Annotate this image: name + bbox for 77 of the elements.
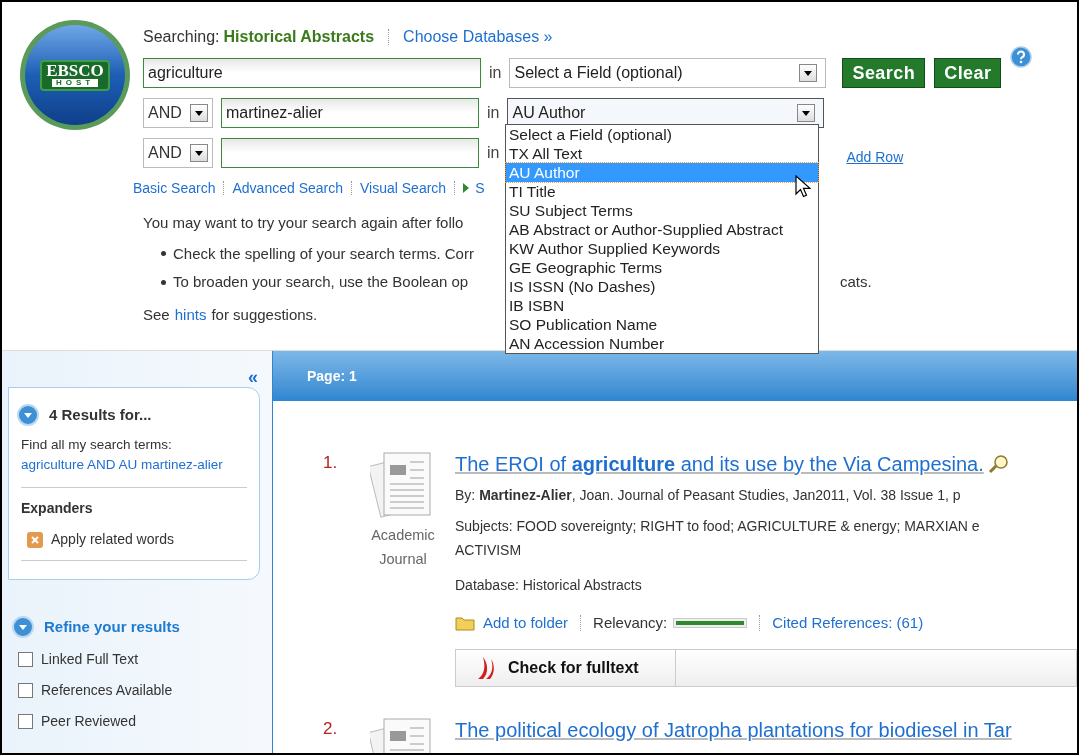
operator-select[interactable]: AND (143, 138, 213, 168)
database-text: Database: Historical Abstracts (455, 576, 643, 595)
logo: EBSCO HOST (20, 20, 130, 130)
subjects-text: Subjects: FOOD sovereignty; RIGHT to food; AGRICULTURE & energy; MARXIAN e (455, 517, 981, 536)
dropdown-option[interactable]: AN Accession Number (506, 334, 818, 353)
caret-icon[interactable] (190, 104, 208, 122)
subjects-text: ACTIVISM (455, 541, 523, 560)
caret-icon[interactable] (799, 64, 818, 82)
search-input[interactable] (221, 138, 479, 168)
dropdown-option[interactable]: AB Abstract or Author-Supplied Abstract (506, 220, 818, 239)
dropdown-option[interactable]: SO Publication Name (506, 315, 818, 334)
refine-heading: Refine your results (44, 617, 180, 637)
filter-label: Peer Reviewed (41, 711, 136, 731)
search-mode-link[interactable]: Basic Search (133, 177, 216, 199)
add-row-link[interactable]: Add Row (846, 146, 904, 168)
field-select[interactable]: Select a Field (optional) (509, 58, 827, 88)
choose-databases-link[interactable]: Choose Databases » (403, 25, 553, 49)
dropdown-option[interactable]: TX All Text (506, 144, 818, 163)
publication-type-label: Academic Journal (370, 526, 436, 569)
in-label: in (489, 63, 502, 83)
expanders-heading: Expanders (21, 499, 94, 518)
dropdown-option[interactable]: Select a Field (optional) (506, 125, 818, 144)
dropdown-option[interactable]: GE Geographic Terms (506, 258, 818, 277)
search-mode-link[interactable]: Visual Search (360, 177, 447, 199)
filter-label: References Available (41, 680, 173, 700)
suggestion-text: Check the spelling of your search terms. Corr (173, 243, 474, 264)
retry-message: You may want to try your search again after follo (143, 213, 464, 233)
suggestion-text: To broaden your search, use the Boolean op (173, 272, 469, 292)
search-input[interactable]: agriculture (143, 58, 481, 88)
caret-icon[interactable] (190, 144, 208, 162)
search-mode-link[interactable]: S (475, 177, 485, 199)
citation-text: By: Martinez-Alier, Joan. Journal of Peasant Studies, Jan2011, Vol. 38 Issue 1, p (455, 486, 962, 505)
help-icon[interactable] (1010, 46, 1033, 68)
filter-checkbox[interactable] (18, 713, 33, 729)
suggestion-text: cats. (840, 272, 873, 292)
mouse-cursor-icon (795, 175, 811, 199)
in-label: in (487, 103, 500, 123)
result-title-link[interactable]: The political ecology of Jatropha plantations for biodiesel in Tar (455, 714, 1012, 745)
filter-checkbox[interactable] (18, 651, 33, 667)
result-number: 1. (323, 452, 339, 474)
check-fulltext-button[interactable]: Check for fulltext (456, 649, 676, 686)
find-terms-label: Find all my search terms: (21, 435, 173, 454)
hint-text: for suggestions. (211, 304, 318, 325)
dropdown-option[interactable]: KW Author Supplied Keywords (506, 239, 818, 258)
filter-checkbox[interactable] (18, 682, 33, 698)
hints-link[interactable]: hints (174, 303, 207, 326)
dropdown-option[interactable]: SU Subject Terms (506, 201, 818, 220)
cited-references-link[interactable]: Cited References: (61) (772, 612, 924, 635)
add-to-folder-link[interactable]: Add to folder (483, 612, 569, 635)
collapse-icon[interactable] (17, 404, 39, 427)
result-title-link[interactable]: The EROI of agriculture and its use by the Via Campesina. (455, 449, 984, 479)
dropdown-option[interactable]: TI Title (506, 182, 818, 201)
operator-select[interactable]: AND (143, 98, 213, 128)
preview-magnifier-icon[interactable] (987, 454, 1010, 474)
dropdown-option[interactable]: IS ISSN (No Dashes) (506, 277, 818, 296)
search-mode-link[interactable]: Advanced Search (232, 177, 343, 199)
expander-label: Apply related words (51, 530, 174, 549)
collapse-icon[interactable] (12, 616, 34, 639)
search-query-link[interactable]: agriculture AND AU martinez-alier (21, 454, 247, 475)
clear-button[interactable]: Clear (934, 58, 1002, 88)
folder-icon (455, 615, 475, 632)
caret-icon[interactable] (797, 104, 816, 122)
search-input[interactable]: martinez-alier (221, 98, 479, 128)
dropdown-option[interactable]: IB ISBN (506, 296, 818, 315)
searching-label: Searching: (143, 27, 220, 47)
remove-icon[interactable] (27, 531, 43, 548)
relevancy-label: Relevancy: (593, 613, 668, 633)
collapse-sidebar-button[interactable]: « (248, 367, 258, 387)
result-number: 2. (323, 717, 339, 740)
page-label: Page: 1 (307, 366, 357, 386)
search-button[interactable]: Search (842, 58, 926, 88)
results-count-title: 4 Results for... (49, 405, 152, 425)
database-name: Historical Abstracts (223, 27, 375, 47)
filter-label: Linked Full Text (41, 649, 138, 669)
in-label: in (487, 143, 500, 163)
hint-text: See (143, 304, 170, 325)
arrow-icon (463, 183, 470, 193)
